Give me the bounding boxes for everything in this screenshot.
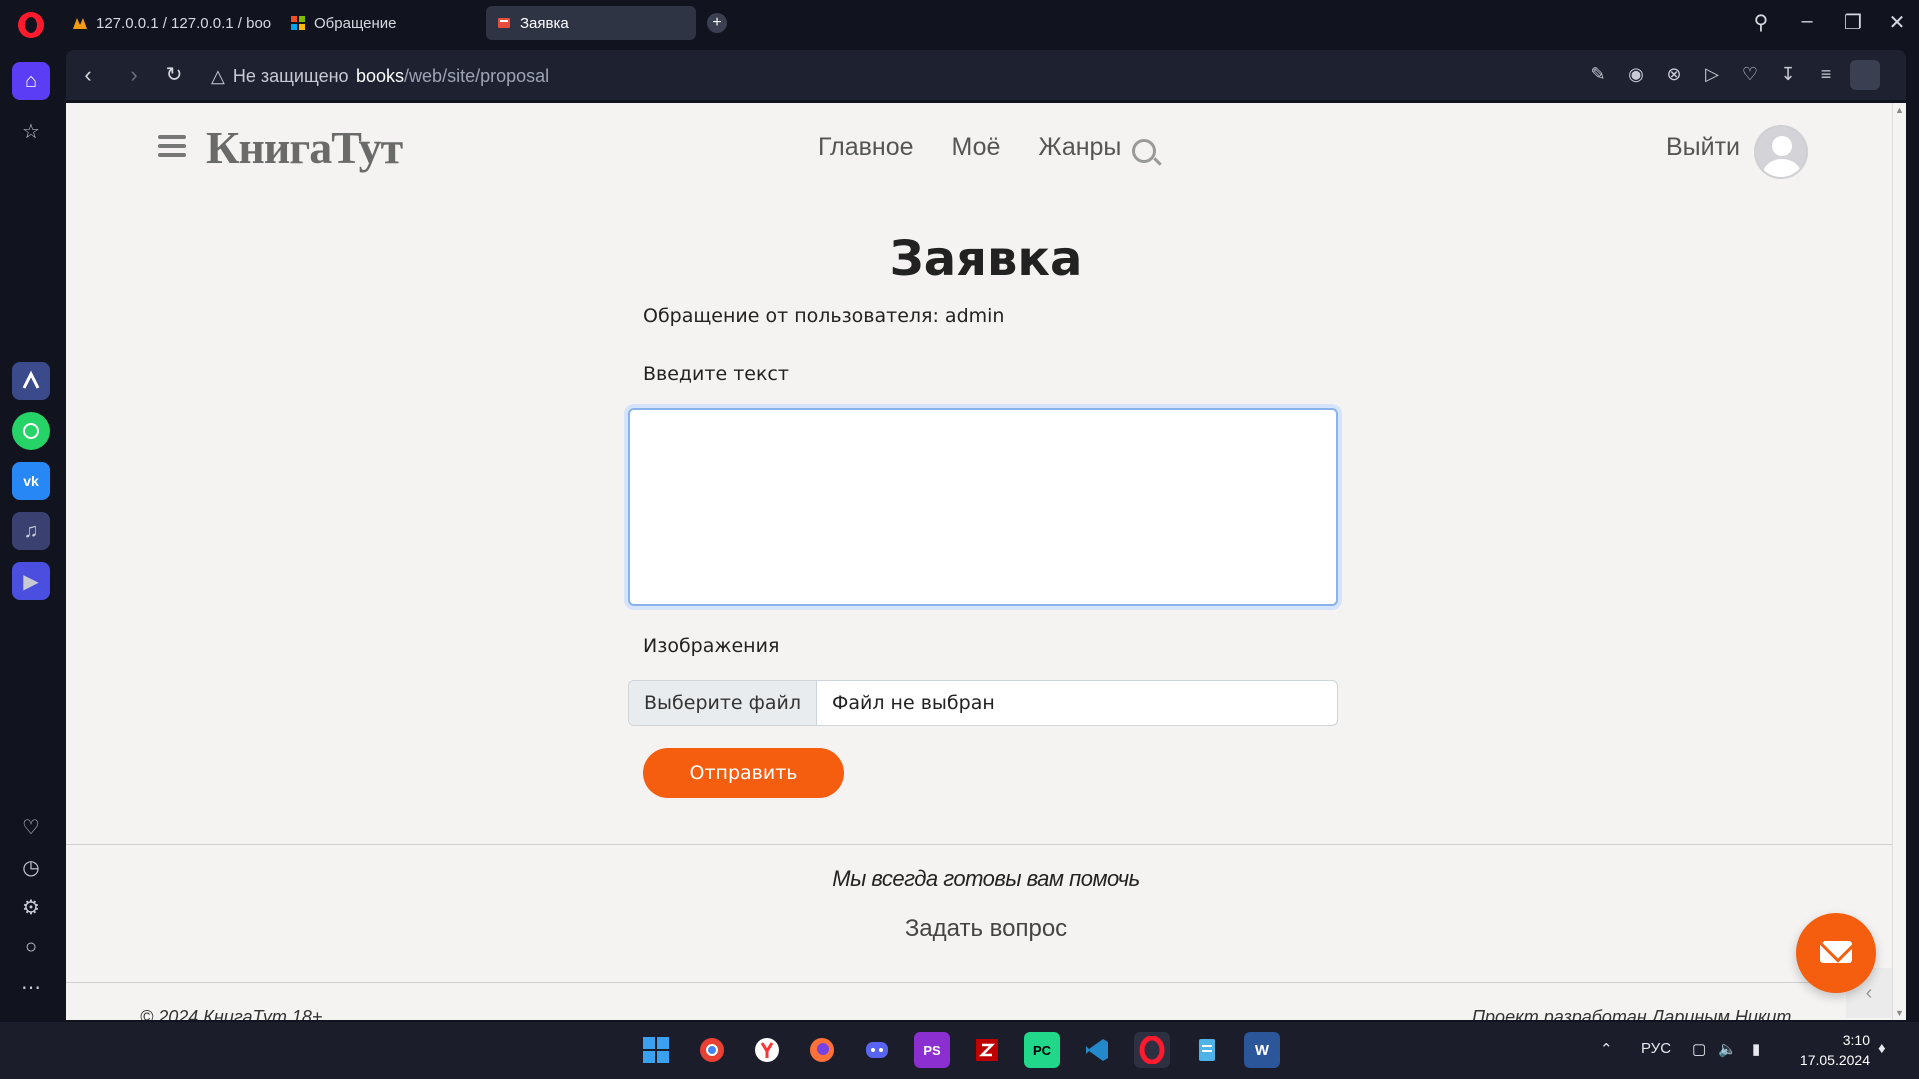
search-tabs-icon[interactable]: ⚲ [1746,10,1776,35]
avatar[interactable] [1754,125,1808,179]
tab-zayavka[interactable]: Заявка [486,6,696,40]
clock-time: 3:10 [1842,1032,1870,1048]
page-scrollbar[interactable]: ▲ ▼ [1892,103,1906,1020]
home-icon[interactable]: ⌂ [12,62,50,100]
language-indicator[interactable]: РУС [1641,1040,1671,1057]
network-icon[interactable]: ▢ [1692,1040,1706,1058]
download-icon[interactable]: ↧ [1776,64,1800,85]
vscode-icon[interactable] [1079,1032,1115,1068]
vk-icon[interactable]: vk [12,462,50,500]
notepad-icon[interactable] [1189,1032,1225,1068]
clock-date: 17.05.2024 [1799,1052,1870,1068]
security-label: Не защищено [232,66,349,86]
message-textarea[interactable] [628,408,1338,606]
new-tab-button[interactable]: + [707,13,727,33]
logout-link[interactable]: Выйти [1666,133,1740,162]
book-favicon-icon [498,18,510,28]
heart-icon[interactable]: ♡ [12,808,50,846]
phpstorm-icon[interactable]: PS [914,1032,950,1068]
player-icon[interactable]: ▷ [1700,64,1724,85]
from-user-line: Обращение от пользователя: admin [643,305,1005,327]
tab-label: Заявка [520,14,569,32]
footer-divider [66,982,1892,983]
credit-text: Проект разработан Дариным Никит [1472,1007,1792,1020]
more-options-icon[interactable]: ⋯ [12,968,50,1006]
url-host: books [356,66,405,86]
file-status: Файл не выбран [832,692,995,714]
ask-question-link[interactable]: Задать вопрос [66,915,1906,943]
tab-phpmyadmin[interactable]: 127.0.0.1 / 127.0.0.1 / boo [62,6,272,40]
tab-label: 127.0.0.1 / 127.0.0.1 / boo [96,14,272,32]
tab-label: Обращение [314,14,397,32]
music-player-icon[interactable]: ♫ [12,512,50,550]
opera-sidebar: ⌂ ☆ vk ♫ ▶ ♡ ◷ ⚙ ○ ⋯ [0,48,62,1020]
volume-icon[interactable]: 🔈 [1718,1040,1737,1058]
notification-bell-icon[interactable]: ♦ [1878,1040,1886,1057]
tab-obrashchenie[interactable]: Обращение [280,6,480,40]
file-input[interactable]: Выберите файл Файл не выбран [628,680,1338,726]
scroll-up-icon[interactable]: ▲ [1895,105,1904,115]
filezilla-icon[interactable] [969,1032,1005,1068]
scroll-down-icon[interactable]: ▼ [1895,1008,1904,1018]
discord-icon[interactable] [859,1032,895,1068]
firefox-icon[interactable] [804,1032,840,1068]
main-nav: Главное Моё Жанры [818,133,1121,162]
lightbulb-icon[interactable]: ○ [12,928,50,966]
flow-send-icon[interactable]: ▶ [12,562,50,600]
favorite-heart-icon[interactable]: ♡ [1738,64,1762,85]
browser-tab-strip: 127.0.0.1 / 127.0.0.1 / boo Обращение За… [0,0,1919,48]
envelope-icon [1820,941,1852,963]
url-path: /web/site/proposal [404,66,550,86]
url-field[interactable]: books/web/site/proposal [356,66,549,87]
battery-icon[interactable]: ▮ [1752,1040,1760,1058]
hamburger-menu-icon[interactable] [158,135,186,162]
history-clock-icon[interactable]: ◷ [12,848,50,886]
camera-snapshot-icon[interactable]: ◉ [1624,64,1648,85]
phpmyadmin-favicon-icon [73,18,87,29]
close-window-icon[interactable]: ✕ [1882,10,1912,35]
nav-link-genres[interactable]: Жанры [1038,133,1121,162]
yandex-browser-icon[interactable] [749,1032,785,1068]
forward-icon[interactable]: › [120,62,148,88]
whatsapp-icon[interactable] [12,412,50,450]
images-label: Изображения [643,635,780,657]
windows-start-icon[interactable] [638,1032,674,1068]
share-edit-icon[interactable]: ✎ [1586,64,1610,85]
windows-favicon-icon [291,16,305,30]
bookmarks-star-icon[interactable]: ☆ [12,112,50,150]
footer-tagline: Мы всегда готовы вам помочь [832,866,1140,891]
mail-button[interactable] [1796,913,1876,993]
tray-expand-icon[interactable]: ⌃ [1600,1040,1613,1058]
reload-icon[interactable]: ↻ [160,62,188,87]
choose-file-button[interactable]: Выберите файл [629,681,818,725]
page-viewport: КнигаТут Главное Моё Жанры Выйти Заявка … [66,103,1906,1020]
copyright-text: © 2024 КнигаТут 18+ [140,1007,323,1020]
back-icon[interactable]: ‹ [74,62,102,88]
windows-taskbar: PS PC W ⌃ РУС ▢ 🔈 ▮ 3:10 17.05.2024 ♦ [0,1022,1919,1079]
text-field-label: Введите текст [643,363,789,385]
security-indicator[interactable]: △ Не защищено [211,66,349,87]
submit-button[interactable]: Отправить [643,748,844,798]
easy-setup-icon[interactable]: ≡ [1814,64,1838,85]
nav-link-mine[interactable]: Моё [952,133,1001,162]
word-icon[interactable]: W [1244,1032,1280,1068]
footer-divider [66,844,1892,845]
restore-icon[interactable]: ❐ [1838,10,1868,35]
address-bar: ‹ › ↻ △ Не защищено books/web/site/propo… [66,50,1906,100]
adblock-icon[interactable]: ⊗ [1662,64,1686,85]
profile-icon[interactable] [1850,60,1880,90]
system-clock[interactable]: 3:10 17.05.2024 [1790,1030,1870,1070]
page-title: Заявка [889,231,1083,287]
pycharm-icon[interactable]: PC [1024,1032,1060,1068]
minimize-icon[interactable]: – [1792,10,1822,33]
settings-gear-icon[interactable]: ⚙ [12,888,50,926]
site-logo[interactable]: КнигаТут [206,121,403,174]
opera-taskbar-icon[interactable] [1134,1032,1170,1068]
aria-app-icon[interactable] [12,362,50,400]
opera-logo-icon[interactable] [18,12,44,38]
chrome-icon[interactable] [694,1032,730,1068]
search-icon[interactable] [1132,139,1156,163]
nav-link-main[interactable]: Главное [818,133,914,162]
warning-triangle-icon: △ [211,66,225,86]
